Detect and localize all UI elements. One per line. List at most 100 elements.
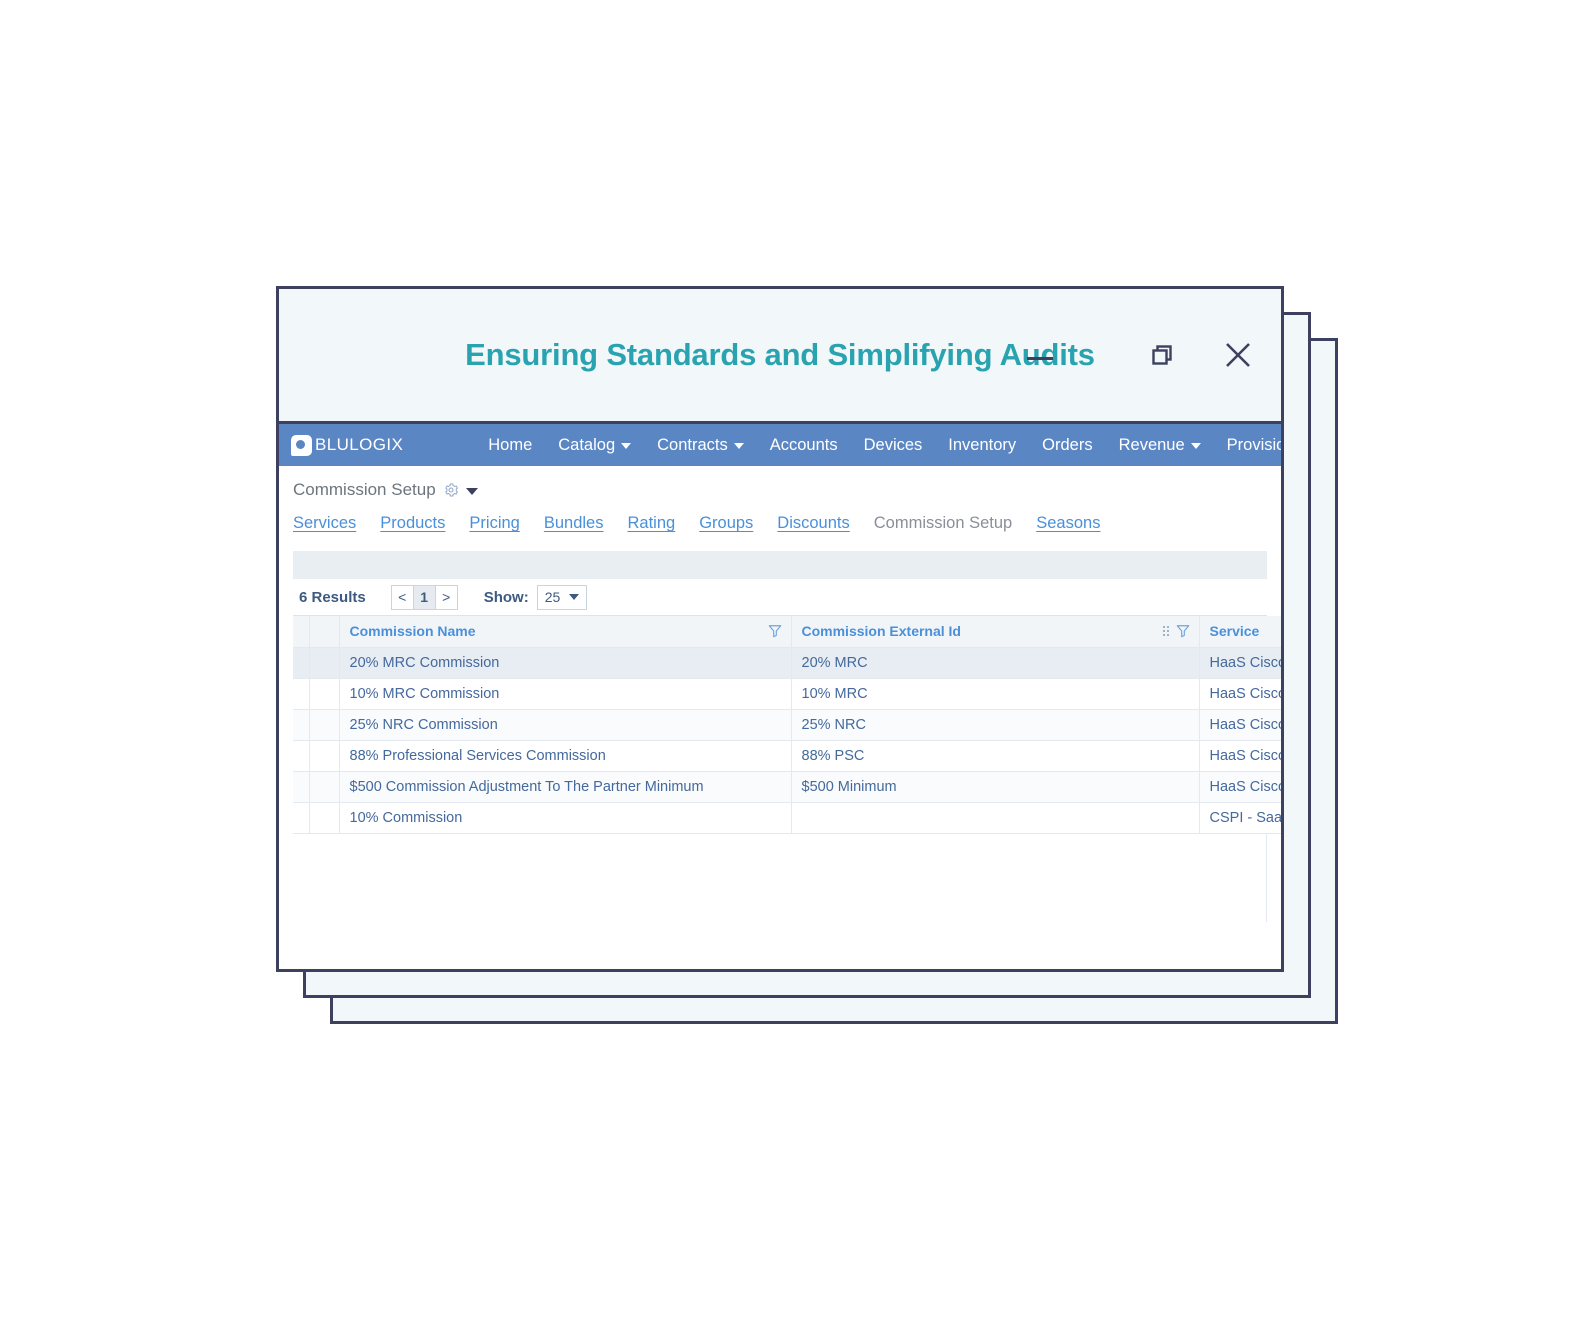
results-bar: 6 Results < 1 > Show: 25	[293, 579, 1267, 615]
commission-grid: Commission Name Commission External Id S…	[293, 615, 1281, 922]
close-icon[interactable]	[1221, 338, 1255, 372]
restore-icon[interactable]	[1145, 338, 1179, 372]
cell-commission-name[interactable]: 20% MRC Commission	[339, 647, 792, 679]
column-header-service[interactable]: Service	[1199, 616, 1281, 648]
cell-commission-name[interactable]: 10% MRC Commission	[339, 678, 792, 710]
row-gutter-b[interactable]	[309, 709, 340, 741]
chevron-down-icon[interactable]	[465, 488, 478, 495]
table-row[interactable]: $500 Commission Adjustment To The Partne…	[293, 771, 1281, 803]
table-row[interactable]: 10% Commission CSPI - SaaS	[293, 802, 1281, 834]
nav-item-contracts[interactable]: Contracts	[644, 432, 757, 459]
main-navbar: BLULOGIX Home Catalog Contracts Accounts…	[279, 424, 1281, 466]
gutter-column-a	[293, 616, 310, 648]
nav-item-orders[interactable]: Orders	[1029, 432, 1105, 459]
nav-item-inventory[interactable]: Inventory	[935, 432, 1029, 459]
nav-item-label: Devices	[863, 435, 923, 454]
nav-item-catalog[interactable]: Catalog	[545, 432, 644, 459]
grid-empty-area	[293, 833, 1267, 922]
cell-commission-name[interactable]: $500 Commission Adjustment To The Partne…	[339, 771, 792, 803]
screenshot-stage: Ensuring Standards and Simplifying Audit…	[0, 0, 1590, 1326]
row-gutter-b[interactable]	[309, 802, 340, 834]
table-row[interactable]: 25% NRC Commission 25% NRC HaaS Cisco	[293, 709, 1281, 741]
column-drag-handle-icon[interactable]	[1162, 626, 1169, 637]
subtab-rating[interactable]: Rating	[627, 514, 675, 533]
window-titlebar: Ensuring Standards and Simplifying Audit…	[279, 289, 1281, 421]
row-gutter-a	[293, 709, 310, 741]
row-gutter-b[interactable]	[309, 647, 340, 679]
gutter-column-b	[309, 616, 340, 648]
funnel-icon[interactable]	[1176, 624, 1190, 638]
row-gutter-a	[293, 647, 310, 679]
cell-commission-name[interactable]: 10% Commission	[339, 802, 792, 834]
cell-commission-external-id: $500 Minimum	[791, 771, 1200, 803]
chevron-down-icon	[621, 443, 632, 449]
page-size-select[interactable]: 25	[536, 584, 588, 610]
nav-item-accounts[interactable]: Accounts	[757, 432, 851, 459]
cell-commission-name[interactable]: 88% Professional Services Commission	[339, 740, 792, 772]
row-gutter-b[interactable]	[309, 740, 340, 772]
column-header-commission-external-id[interactable]: Commission External Id	[791, 616, 1200, 648]
nav-item-devices[interactable]: Devices	[851, 432, 936, 459]
pagination-prev-button[interactable]: <	[390, 584, 414, 610]
grid-toolbar	[293, 551, 1267, 579]
cell-commission-external-id: 20% MRC	[791, 647, 1200, 679]
table-row[interactable]: 20% MRC Commission 20% MRC HaaS Cisco	[293, 647, 1281, 679]
table-header-row: Commission Name Commission External Id S…	[293, 616, 1281, 648]
cell-commission-external-id: 88% PSC	[791, 740, 1200, 772]
nav-item-revenue[interactable]: Revenue	[1106, 432, 1214, 459]
column-header-commission-name[interactable]: Commission Name	[339, 616, 792, 648]
embedded-app: BLULOGIX Home Catalog Contracts Accounts…	[279, 421, 1281, 969]
subtab-seasons[interactable]: Seasons	[1036, 514, 1100, 533]
subtab-commission-setup[interactable]: Commission Setup	[874, 514, 1012, 533]
nav-item-provisioning[interactable]: Provisioning	[1214, 432, 1281, 459]
subtab-bundles[interactable]: Bundles	[544, 514, 604, 533]
cell-commission-external-id: 25% NRC	[791, 709, 1200, 741]
nav-item-label: Catalog	[558, 435, 616, 454]
page-size-label: Show:	[483, 588, 529, 606]
blulogix-logo-icon	[291, 434, 312, 456]
page-title: Commission Setup	[293, 480, 436, 499]
subtab-discounts[interactable]: Discounts	[777, 514, 849, 533]
cell-commission-name[interactable]: 25% NRC Commission	[339, 709, 792, 741]
commission-table: Commission Name Commission External Id S…	[293, 616, 1281, 834]
table-row[interactable]: 88% Professional Services Commission 88%…	[293, 740, 1281, 772]
row-gutter-a	[293, 802, 310, 834]
pagination-next-button[interactable]: >	[434, 584, 458, 610]
nav-item-label: Home	[488, 435, 533, 454]
minimize-icon[interactable]	[1027, 357, 1053, 360]
column-label: Commission External Id	[801, 623, 961, 640]
row-gutter-b[interactable]	[309, 771, 340, 803]
subtab-pricing[interactable]: Pricing	[469, 514, 519, 533]
subtab-bar: Services Products Pricing Bundles Rating…	[279, 500, 1281, 533]
row-gutter-a	[293, 678, 310, 710]
cell-service: HaaS Cisco	[1199, 647, 1281, 679]
chevron-down-icon	[569, 594, 580, 600]
chevron-down-icon	[733, 443, 744, 449]
pagination-page-1[interactable]: 1	[412, 584, 436, 610]
cell-service: HaaS Cisco	[1199, 678, 1281, 710]
subtab-groups[interactable]: Groups	[699, 514, 753, 533]
nav-item-label: Provisioning	[1226, 435, 1281, 454]
nav-item-home[interactable]: Home	[475, 432, 545, 459]
modal-window: Ensuring Standards and Simplifying Audit…	[276, 286, 1284, 972]
row-gutter-b[interactable]	[309, 678, 340, 710]
brand-name: BLULOGIX	[315, 435, 404, 454]
cell-commission-external-id: 10% MRC	[791, 678, 1200, 710]
page-size-value: 25	[544, 589, 561, 605]
cell-service: HaaS Cisco	[1199, 740, 1281, 772]
window-controls	[1145, 338, 1255, 372]
nav-item-label: Orders	[1042, 435, 1093, 454]
gear-icon[interactable]	[443, 482, 459, 498]
cell-service: HaaS Cisco	[1199, 709, 1281, 741]
page-size-control: Show: 25	[483, 584, 588, 610]
brand-logo[interactable]: BLULOGIX	[287, 434, 404, 456]
column-label: Service	[1209, 623, 1260, 640]
funnel-icon[interactable]	[768, 624, 782, 638]
subtab-services[interactable]: Services	[293, 514, 356, 533]
subtab-products[interactable]: Products	[380, 514, 445, 533]
cell-commission-external-id	[791, 802, 1200, 834]
column-label: Commission Name	[349, 623, 476, 640]
table-row[interactable]: 10% MRC Commission 10% MRC HaaS Cisco	[293, 678, 1281, 710]
window-title: Ensuring Standards and Simplifying Audit…	[465, 337, 1095, 372]
nav-items: Home Catalog Contracts Accounts Devices …	[475, 432, 1281, 459]
